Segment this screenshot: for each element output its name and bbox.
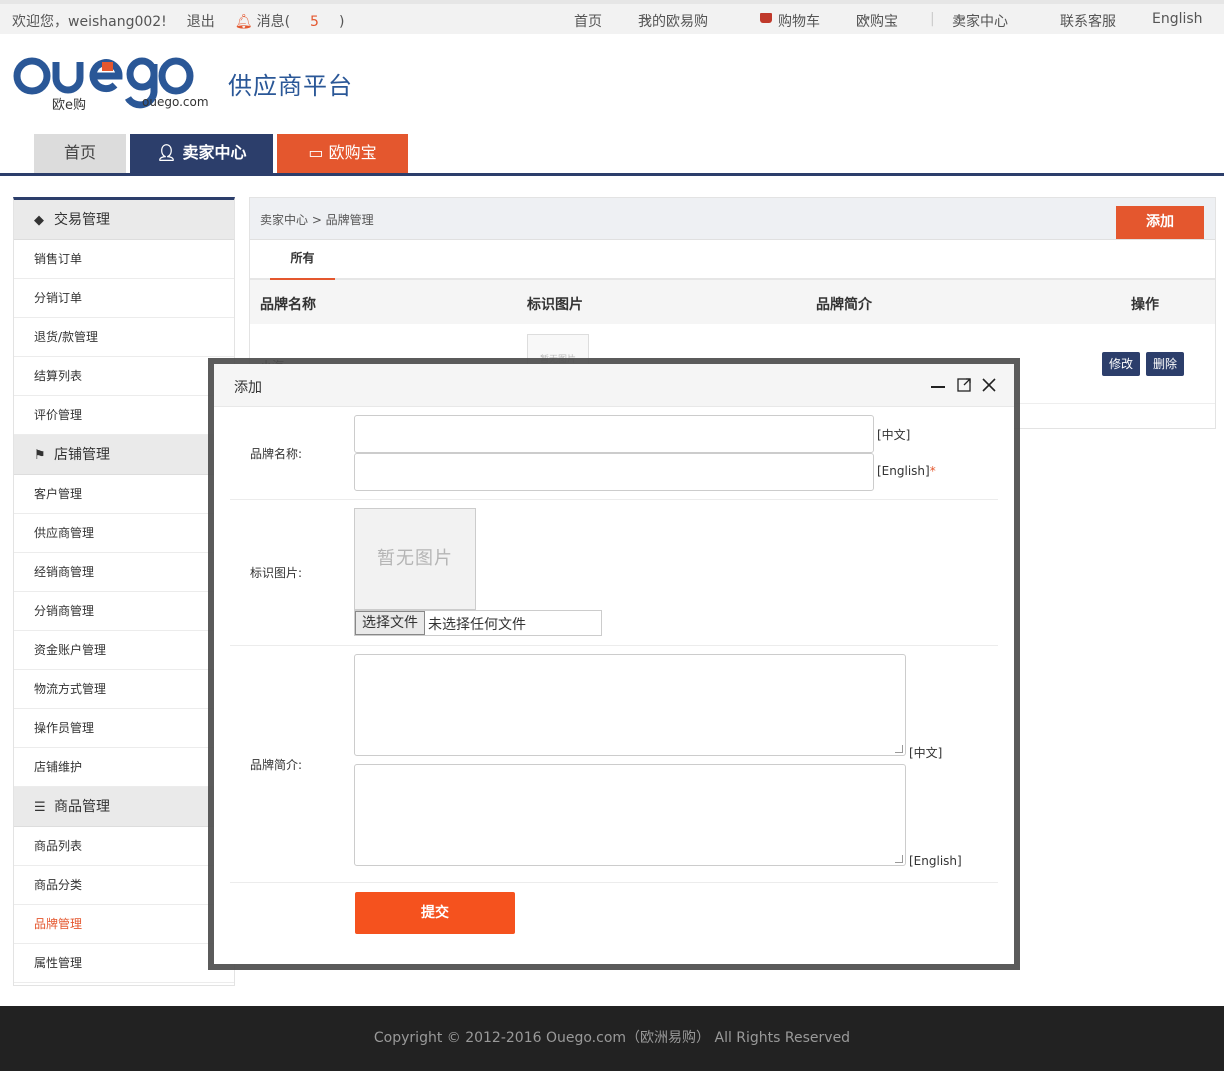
brand-name-en-hint-wrap: [English]* bbox=[877, 464, 936, 478]
top-nav-my-ouego[interactable]: 我的欧易购 bbox=[638, 11, 708, 30]
sidebar-item-store-maintenance[interactable]: 店铺维护 bbox=[14, 748, 234, 787]
sidebar-item-product-list[interactable]: 商品列表 bbox=[14, 827, 234, 866]
submit-button[interactable]: 提交 bbox=[355, 892, 515, 934]
col-intro: 品牌简介 bbox=[816, 297, 872, 313]
sidebar-item-brands[interactable]: 品牌管理 bbox=[14, 905, 234, 944]
brand-name-en-hint: [English] bbox=[877, 464, 930, 478]
maximize-icon[interactable] bbox=[955, 376, 973, 394]
sidebar-item-product-categories[interactable]: 商品分类 bbox=[14, 866, 234, 905]
no-image-placeholder: 暂无图片 bbox=[354, 508, 476, 610]
file-name-text: 未选择任何文件 bbox=[428, 617, 526, 633]
top-nav-service[interactable]: 联系客服 bbox=[1060, 11, 1116, 31]
intro-cn-hint: [中文] bbox=[909, 746, 943, 760]
sidebar-item-returns[interactable]: 退货/款管理 bbox=[14, 318, 234, 357]
add-brand-button[interactable]: 添加 bbox=[1116, 206, 1204, 239]
main-nav-ougoubao[interactable]: ▭ 欧购宝 bbox=[277, 134, 408, 173]
intro-label: 品牌简介: bbox=[250, 758, 303, 772]
sidebar-group-trade[interactable]: ◆ 交易管理 bbox=[14, 200, 234, 240]
logo-cn-text: 欧e购 bbox=[52, 97, 86, 113]
file-input[interactable]: 选择文件 未选择任何文件 bbox=[354, 610, 602, 636]
sidebar: ◆ 交易管理 销售订单 分销订单 退货/款管理 结算列表 评价管理 ⚑ 店铺管理 客… bbox=[13, 197, 235, 986]
flag-icon: ⚑ bbox=[34, 448, 46, 463]
top-nav-language[interactable]: English bbox=[1152, 11, 1203, 27]
top-bar: 欢迎您，weishang002! 退出 🔔︎ 消息(5) 首页 我的欧易购 购物车… bbox=[0, 0, 1224, 34]
sidebar-item-distributors[interactable]: 分销商管理 bbox=[14, 592, 234, 631]
delete-button[interactable]: 删除 bbox=[1146, 352, 1185, 376]
tab-bar: 所有 bbox=[250, 240, 1215, 280]
sidebar-item-reviews[interactable]: 评价管理 bbox=[14, 396, 234, 435]
copyright-text: Copyright © 2012-2016 Ouego.com（欧洲易购） Al… bbox=[373, 1030, 851, 1046]
sidebar-group-label: 交易管理 bbox=[54, 212, 110, 228]
sidebar-item-customers[interactable]: 客户管理 bbox=[14, 475, 234, 514]
intro-en-textarea[interactable] bbox=[354, 764, 906, 866]
required-mark: * bbox=[929, 464, 936, 478]
ouego-logo[interactable]: 欧e购 ouego.com bbox=[12, 54, 212, 116]
form-row-intro: 品牌简介: [中文] [English] bbox=[230, 646, 998, 883]
platform-title: 供应商平台 bbox=[228, 72, 353, 100]
breadcrumb-bar: 卖家中心 > 品牌管理 添加 bbox=[250, 198, 1215, 240]
close-icon[interactable] bbox=[980, 376, 998, 394]
dialog-header: 添加 bbox=[214, 364, 1014, 407]
top-nav-cart-label: 购物车 bbox=[778, 14, 820, 30]
sidebar-group-label: 店铺管理 bbox=[54, 447, 110, 463]
sidebar-group-label: 商品管理 bbox=[54, 799, 110, 815]
form-row-logo: 标识图片: 暂无图片 选择文件 未选择任何文件 bbox=[230, 500, 998, 646]
top-nav-cart[interactable]: 购物车 bbox=[760, 11, 820, 30]
add-brand-dialog: 添加 品牌名称: [中文] [English]* 标识图片: 暂无图片 选择文件… bbox=[214, 364, 1014, 964]
intro-cn-textarea[interactable] bbox=[354, 654, 906, 756]
site-header: 欧e购 ouego.com 供应商平台 bbox=[0, 34, 1224, 134]
main-nav-home[interactable]: 首页 bbox=[34, 134, 126, 173]
logo-domain-text: ouego.com bbox=[142, 95, 209, 109]
sidebar-item-logistics[interactable]: 物流方式管理 bbox=[14, 670, 234, 709]
tags-icon: ◆ bbox=[34, 213, 44, 228]
col-logo: 标识图片 bbox=[527, 297, 583, 313]
minimize-icon[interactable] bbox=[929, 376, 947, 394]
brand-name-cn-hint: [中文] bbox=[877, 428, 911, 442]
sidebar-item-suppliers[interactable]: 供应商管理 bbox=[14, 514, 234, 553]
choose-file-button[interactable]: 选择文件 bbox=[355, 611, 425, 635]
brand-name-label: 品牌名称: bbox=[250, 447, 303, 461]
cart-icon bbox=[760, 13, 772, 23]
top-nav-ougoubao[interactable]: 欧购宝 bbox=[856, 11, 898, 30]
top-nav-seller-center[interactable]: 卖家中心 bbox=[952, 11, 1008, 30]
sidebar-item-attributes[interactable]: 属性管理 bbox=[14, 944, 234, 983]
sidebar-item-operators[interactable]: 操作员管理 bbox=[14, 709, 234, 748]
form-row-brand-name: 品牌名称: [中文] [English]* bbox=[230, 407, 998, 500]
breadcrumb: 卖家中心 > 品牌管理 bbox=[260, 213, 374, 227]
tab-all[interactable]: 所有 bbox=[270, 240, 335, 280]
col-actions: 操作 bbox=[1131, 297, 1159, 313]
user-icon: 👤︎ bbox=[156, 143, 183, 162]
sidebar-item-sales-orders[interactable]: 销售订单 bbox=[14, 240, 234, 279]
table-header: 品牌名称 标识图片 品牌简介 操作 bbox=[250, 280, 1215, 324]
main-nav-seller[interactable]: 👤︎ 卖家中心 bbox=[130, 134, 273, 173]
nav-divider: | bbox=[930, 11, 935, 27]
card-icon: ▭ bbox=[308, 143, 329, 162]
dialog-title: 添加 bbox=[234, 380, 262, 396]
main-nav-seller-label: 卖家中心 bbox=[182, 143, 247, 162]
col-brand-name: 品牌名称 bbox=[260, 297, 316, 313]
sidebar-group-store[interactable]: ⚑ 店铺管理 bbox=[14, 435, 234, 475]
list-icon: ☰ bbox=[34, 800, 46, 815]
edit-button[interactable]: 修改 bbox=[1102, 352, 1141, 376]
sidebar-item-distribution-orders[interactable]: 分销订单 bbox=[14, 279, 234, 318]
main-nav-ougoubao-label: 欧购宝 bbox=[328, 143, 377, 162]
intro-en-hint: [English] bbox=[909, 854, 962, 868]
main-nav: 首页 👤︎ 卖家中心 ▭ 欧购宝 bbox=[0, 134, 1224, 176]
sidebar-group-products[interactable]: ☰ 商品管理 bbox=[14, 787, 234, 827]
logo-label: 标识图片: bbox=[250, 566, 303, 580]
footer: Copyright © 2012-2016 Ouego.com（欧洲易购） Al… bbox=[0, 1006, 1224, 1071]
sidebar-item-dealers[interactable]: 经销商管理 bbox=[14, 553, 234, 592]
brand-name-cn-input[interactable] bbox=[354, 415, 874, 453]
brand-name-en-input[interactable] bbox=[354, 453, 874, 491]
top-nav-home[interactable]: 首页 bbox=[574, 11, 602, 31]
sidebar-item-fund-accounts[interactable]: 资金账户管理 bbox=[14, 631, 234, 670]
sidebar-item-settlements[interactable]: 结算列表 bbox=[14, 357, 234, 396]
